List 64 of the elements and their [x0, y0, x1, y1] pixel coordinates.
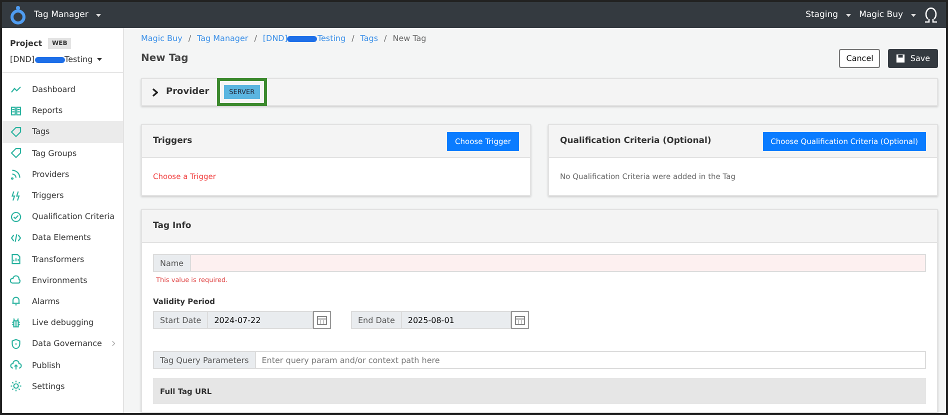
page-title: New Tag: [141, 53, 188, 64]
sidebar-item[interactable]: Live debugging: [2, 312, 123, 334]
user-icon[interactable]: [924, 7, 938, 23]
nav-icon: [10, 190, 22, 202]
card-title: Qualification Criteria (Optional): [560, 136, 712, 146]
calendar-icon: [515, 315, 525, 325]
nav-icon: [10, 338, 22, 350]
app-switcher[interactable]: Tag Manager: [34, 10, 88, 20]
sidebar-item[interactable]: Alarms: [2, 290, 123, 312]
logo-icon: [10, 5, 26, 25]
project-selector[interactable]: [DND] Testing: [10, 55, 115, 64]
cancel-button[interactable]: Cancel: [839, 49, 880, 68]
nav-icon: [10, 147, 22, 160]
breadcrumb-separator: /: [384, 34, 387, 43]
card-title: Tag Info: [153, 221, 192, 231]
caret-down-icon[interactable]: [846, 14, 852, 16]
sidebar-item[interactable]: Data Elements: [2, 227, 123, 248]
nav-icon: [10, 126, 22, 138]
nav-icon: [10, 168, 22, 180]
nav-icon: [10, 359, 22, 372]
nav-icon: [10, 104, 22, 117]
topbar-menu[interactable]: Staging: [806, 10, 838, 20]
sidebar-item[interactable]: Providers: [2, 164, 123, 185]
field-label: Start Date: [153, 311, 208, 329]
breadcrumb-separator: /: [352, 34, 354, 43]
sidebar-item[interactable]: Settings: [2, 376, 123, 397]
provider-label: Provider: [166, 87, 210, 97]
breadcrumb-separator: /: [188, 34, 192, 43]
sidebar-item[interactable]: Publish: [2, 354, 123, 376]
nav-icon: [10, 380, 22, 392]
nav-icon: [10, 232, 22, 244]
date-input-field[interactable]: 2025-08-01: [400, 311, 511, 329]
date-input-field[interactable]: 2024-07-22: [207, 311, 313, 329]
sidebar-item[interactable]: Tag Groups: [2, 142, 123, 164]
nav-icon: [10, 210, 22, 223]
nav-icon: [10, 316, 22, 329]
sidebar-item[interactable]: Triggers: [2, 184, 123, 206]
caret-down-icon[interactable]: [96, 58, 102, 61]
query-input-field[interactable]: Enter query param and/or context path here: [254, 351, 926, 369]
name-input-field[interactable]: [190, 254, 926, 272]
caret-down-icon[interactable]: [96, 14, 102, 16]
breadcrumb-separator: /: [254, 34, 257, 43]
save-button[interactable]: Save: [888, 49, 938, 68]
topbar-menu[interactable]: Magic Buy: [859, 10, 903, 20]
sidebar-item[interactable]: Reports: [2, 100, 123, 122]
caret-down-icon[interactable]: [911, 14, 916, 16]
nav-icon: [10, 295, 22, 308]
calendar-button[interactable]: [313, 311, 331, 329]
calendar-button[interactable]: [511, 311, 529, 329]
sidebar-item[interactable]: Data Governance: [2, 333, 123, 354]
sidebar-item[interactable]: Environments: [2, 270, 123, 291]
sidebar-item[interactable]: Qualification Criteria: [2, 206, 123, 228]
calendar-icon: [317, 315, 327, 325]
field-label: Tag Query Parameters: [153, 351, 255, 369]
sidebar-item[interactable]: Tags: [2, 121, 123, 143]
sidebar-item[interactable]: Transformers: [2, 248, 123, 270]
nav-icon: [10, 253, 22, 266]
chevron-right-icon[interactable]: [152, 88, 158, 96]
nav-icon: [10, 274, 22, 286]
card-title: Triggers: [153, 136, 192, 146]
project-label: Project: [10, 39, 42, 48]
field-label: End Date: [351, 311, 401, 329]
field-label: Name: [153, 254, 190, 272]
sidebar-item[interactable]: Dashboard: [2, 79, 123, 100]
